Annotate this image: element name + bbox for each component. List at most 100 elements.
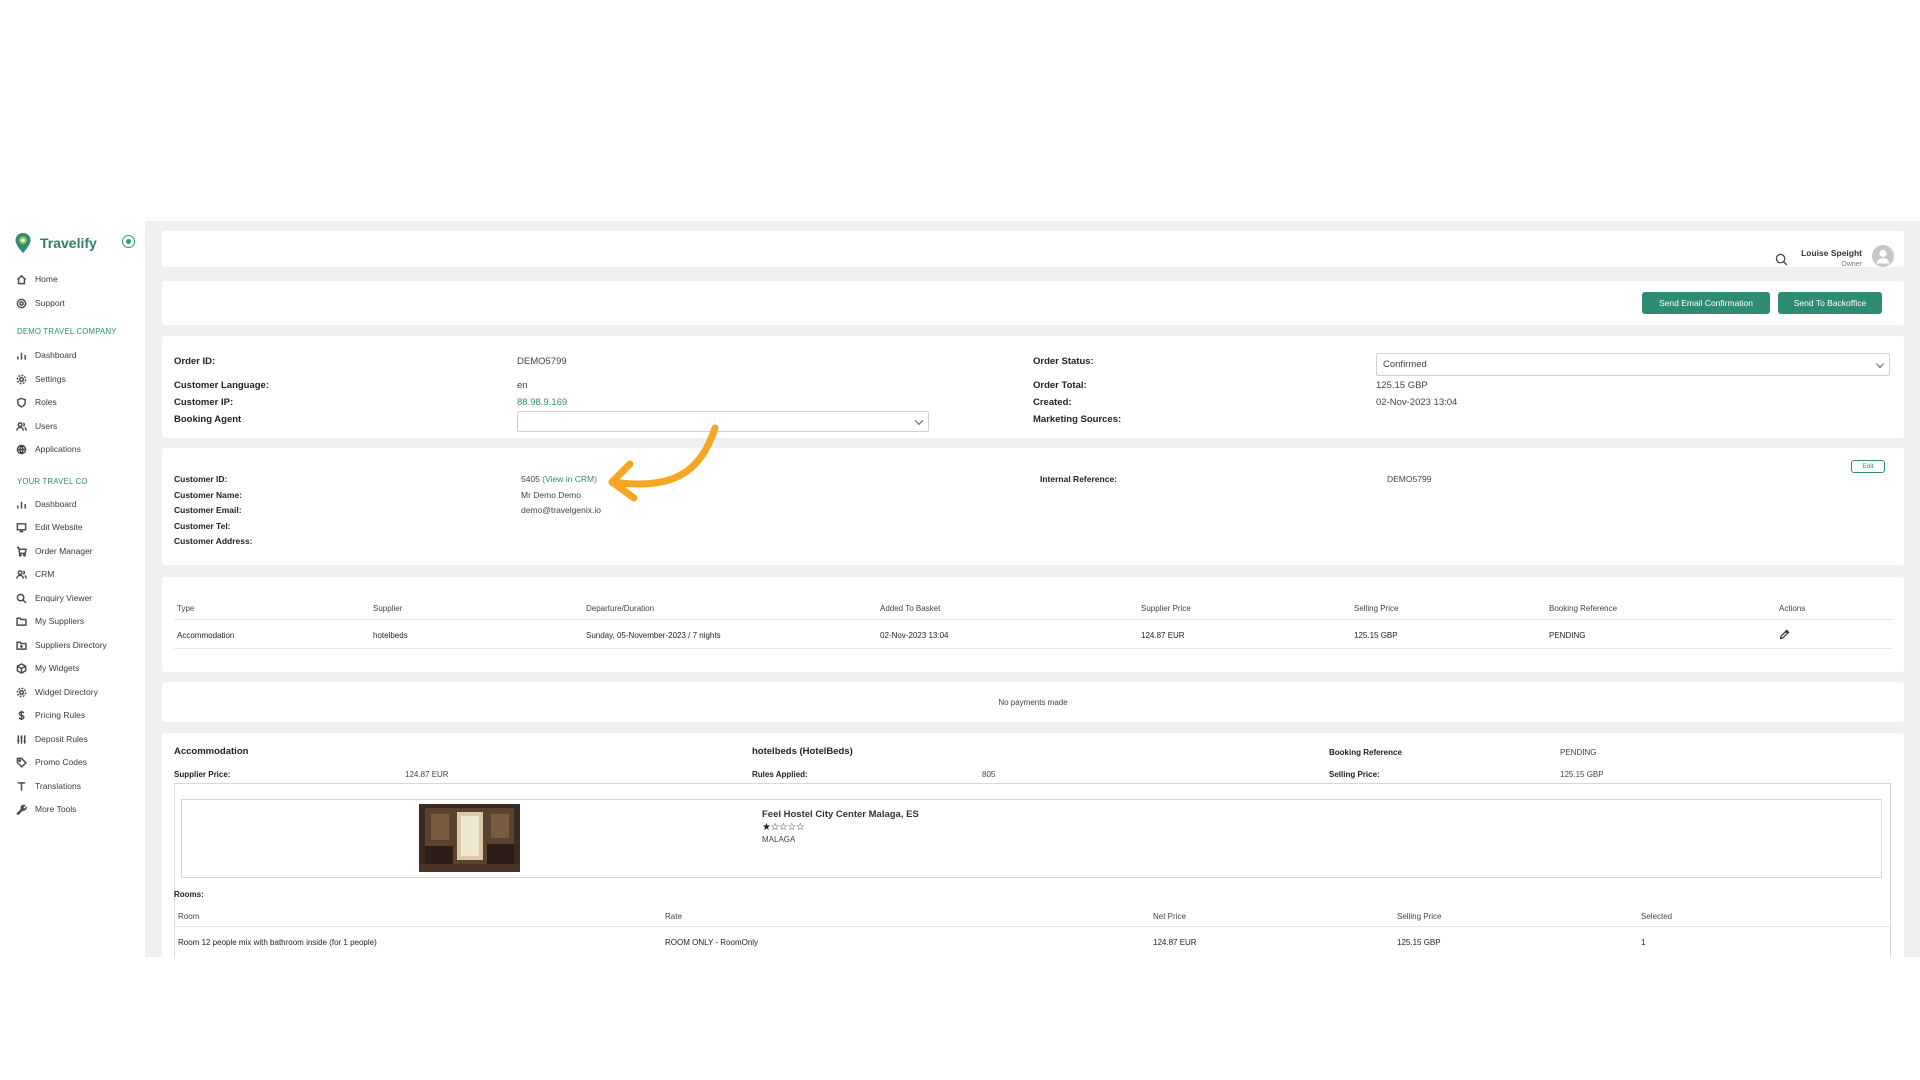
hotel-card: Feel Hostel City Center Malaga, ES ★☆☆☆☆… — [181, 799, 1882, 878]
column-header: Supplier — [373, 604, 403, 613]
gear-icon — [16, 374, 27, 384]
home-icon — [16, 274, 27, 284]
user-name: Louise Speight — [1801, 248, 1862, 258]
cell-selling-price: 125.15 GBP — [1354, 631, 1398, 640]
column-header: Departure/Duration — [586, 604, 655, 613]
sidebar-item-crm[interactable]: CRM — [16, 566, 54, 582]
sidebar-item-enquiry-viewer[interactable]: Enquiry Viewer — [16, 590, 92, 606]
support-icon — [16, 298, 27, 308]
type-icon — [17, 781, 26, 791]
column-header: Supplier Price — [1141, 604, 1191, 613]
brand-name: Travelify — [40, 235, 97, 251]
sidebar-item-order-manager[interactable]: Order Manager — [16, 543, 93, 559]
booking-reference-label: Booking Reference — [1329, 748, 1402, 757]
room-selected: 1 — [1641, 938, 1646, 947]
customer-tel-label: Customer Tel: — [174, 521, 231, 531]
sidebar-item-label: Suppliers Directory — [35, 640, 107, 650]
top-header: Louise Speight Owner — [162, 231, 1904, 268]
user-menu[interactable]: Louise Speight Owner — [1801, 248, 1862, 268]
star-rating: ★☆☆☆☆ — [762, 822, 805, 833]
sidebar-item-label: Edit Website — [35, 522, 83, 532]
section-heading-demo-travel: DEMO TRAVEL COMPANY — [17, 327, 117, 336]
customer-id-value: 5405 (View in CRM) — [521, 474, 597, 484]
supplier-price-value: 124.87 EUR — [405, 770, 449, 779]
sidebar-item-users[interactable]: Users — [16, 418, 57, 434]
sidebar-item-promo-codes[interactable]: Promo Codes — [16, 754, 87, 770]
internal-reference-label: Internal Reference: — [1040, 474, 1117, 484]
search-icon — [16, 593, 27, 603]
customer-id-label: Customer ID: — [174, 474, 228, 484]
internal-reference-value: DEMO5799 — [1387, 474, 1432, 484]
column-header: Room — [178, 912, 200, 921]
sidebar-item-roles[interactable]: Roles — [16, 394, 57, 410]
customer-email-value: demo@travelgenix.io — [521, 505, 601, 515]
customer-id-number: 5405 — [521, 474, 540, 484]
brand-logo[interactable]: Travelify — [14, 232, 97, 254]
sidebar-item-widget-directory[interactable]: Widget Directory — [16, 684, 98, 700]
sidebar-item-dashboard[interactable]: Dashboard — [16, 347, 77, 363]
sidebar-item-my-widgets[interactable]: My Widgets — [16, 660, 79, 676]
sidebar-item-pricing-rules[interactable]: Pricing Rules — [16, 707, 85, 723]
sidebar: Travelify Home Support DEMO TRAVEL COMPA… — [0, 221, 145, 957]
room-name: Room 12 people mix with bathroom inside … — [178, 938, 377, 947]
dollar-icon — [18, 710, 25, 720]
customer-info-card: Edit Customer ID: 5405 (View in CRM) Cus… — [162, 448, 1904, 565]
search-icon[interactable] — [1775, 253, 1788, 266]
view-in-crm-link[interactable]: (View in CRM) — [542, 474, 597, 484]
order-status-value: Confirmed — [1383, 359, 1427, 370]
column-header: Added To Basket — [880, 604, 941, 613]
pencil-icon[interactable] — [1779, 629, 1790, 640]
sidebar-item-label: Widget Directory — [35, 687, 98, 697]
cart-icon — [16, 546, 27, 557]
sidebar-item-more-tools[interactable]: More Tools — [16, 801, 76, 817]
table-divider — [174, 648, 1892, 649]
column-header: Net Price — [1153, 912, 1186, 921]
rooms-label: Rooms: — [174, 890, 204, 899]
main-content: Louise Speight Owner Send Email Confirma… — [162, 231, 1904, 957]
sidebar-item-deposit-rules[interactable]: Deposit Rules — [16, 731, 88, 747]
avatar[interactable] — [1872, 245, 1894, 267]
sidebar-item-label: Promo Codes — [35, 757, 87, 767]
sidebar-item-support[interactable]: Support — [16, 295, 65, 311]
sidebar-item-home[interactable]: Home — [16, 271, 58, 287]
sidebar-item-edit-website[interactable]: Edit Website — [16, 519, 83, 535]
location-pin-icon — [15, 233, 31, 253]
order-status-select[interactable]: Confirmed — [1376, 353, 1890, 376]
sidebar-item-my-suppliers[interactable]: My Suppliers — [16, 613, 84, 629]
bar-chart-icon — [17, 501, 26, 509]
customer-ip-link[interactable]: 88.98.9.169 — [517, 397, 567, 408]
section-heading-your-travel-co: YOUR TRAVEL CO — [17, 477, 88, 486]
chevron-down-icon — [1875, 359, 1885, 368]
send-to-backoffice-button[interactable]: Send To Backoffice — [1778, 292, 1882, 314]
sidebar-item-label: More Tools — [35, 804, 77, 814]
monitor-icon — [16, 522, 27, 532]
sidebar-item-dashboard-2[interactable]: Dashboard — [16, 496, 77, 512]
marketing-sources-label: Marketing Sources: — [1033, 414, 1122, 425]
send-email-confirmation-button[interactable]: Send Email Confirmation — [1642, 292, 1770, 314]
sidebar-item-applications[interactable]: Applications — [16, 441, 81, 457]
supplier-price-label: Supplier Price: — [174, 770, 231, 779]
cell-type: Accommodation — [177, 631, 235, 640]
cell-departure: Sunday, 05-November-2023 / 7 nights — [586, 631, 721, 640]
booking-reference-value: PENDING — [1560, 748, 1597, 757]
payments-message: No payments made — [998, 698, 1068, 707]
order-id-value: DEMO5799 — [517, 356, 567, 367]
rules-applied-label: Rules Applied: — [752, 770, 808, 779]
hotel-photo — [419, 804, 520, 872]
edit-customer-button[interactable]: Edit — [1851, 460, 1885, 473]
sidebar-collapse-icon[interactable] — [122, 235, 135, 248]
wrench-icon — [16, 804, 27, 815]
column-header: Selling Price — [1397, 912, 1442, 921]
users-icon — [16, 569, 27, 579]
column-header: Type — [177, 604, 195, 613]
sidebar-item-settings[interactable]: Settings — [16, 371, 66, 387]
chevron-down-icon — [914, 416, 924, 425]
hotel-name: Feel Hostel City Center Malaga, ES — [762, 809, 919, 820]
gear-box-icon — [16, 687, 27, 697]
accommodation-details: Feel Hostel City Center Malaga, ES ★☆☆☆☆… — [174, 783, 1891, 957]
sidebar-item-label: CRM — [35, 569, 55, 579]
sidebar-item-translations[interactable]: Translations — [16, 778, 81, 794]
sidebar-item-suppliers-directory[interactable]: Suppliers Directory — [16, 637, 107, 653]
selling-price-label: Selling Price: — [1329, 770, 1380, 779]
sidebar-item-label: Dashboard — [35, 499, 77, 509]
